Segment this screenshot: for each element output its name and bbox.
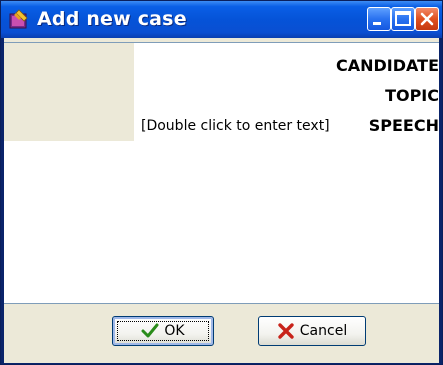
x-mark-icon bbox=[278, 323, 294, 339]
button-bar: OK Cancel bbox=[4, 304, 439, 363]
maximize-button[interactable] bbox=[391, 7, 415, 31]
minimize-button[interactable] bbox=[367, 7, 391, 31]
notebook-pencil-icon bbox=[9, 9, 28, 29]
speech-value[interactable]: [Double click to enter text] bbox=[141, 118, 330, 134]
window-client-area: CANDIDATE TOPIC SPEECH [Double click to … bbox=[4, 38, 439, 363]
label-column bbox=[4, 43, 134, 141]
cancel-label: Cancel bbox=[299, 323, 348, 339]
cancel-button[interactable]: Cancel bbox=[258, 316, 366, 346]
topic-label: TOPIC bbox=[385, 86, 439, 105]
title-bar[interactable]: Add new case bbox=[1, 1, 442, 38]
focus-ring bbox=[117, 321, 209, 341]
ok-button[interactable]: OK bbox=[112, 316, 214, 346]
window-title: Add new case bbox=[37, 8, 187, 30]
case-form: CANDIDATE TOPIC SPEECH [Double click to … bbox=[4, 42, 439, 304]
candidate-label: CANDIDATE bbox=[335, 56, 439, 75]
ok-label: OK bbox=[164, 323, 185, 339]
minimize-icon bbox=[373, 22, 381, 25]
maximize-icon bbox=[395, 11, 411, 26]
checkmark-icon bbox=[141, 323, 159, 338]
add-new-case-window: Add new case CANDIDATE TOPIC SPEECH [Dou… bbox=[0, 0, 443, 365]
close-button[interactable] bbox=[415, 7, 439, 31]
close-icon bbox=[420, 12, 434, 26]
